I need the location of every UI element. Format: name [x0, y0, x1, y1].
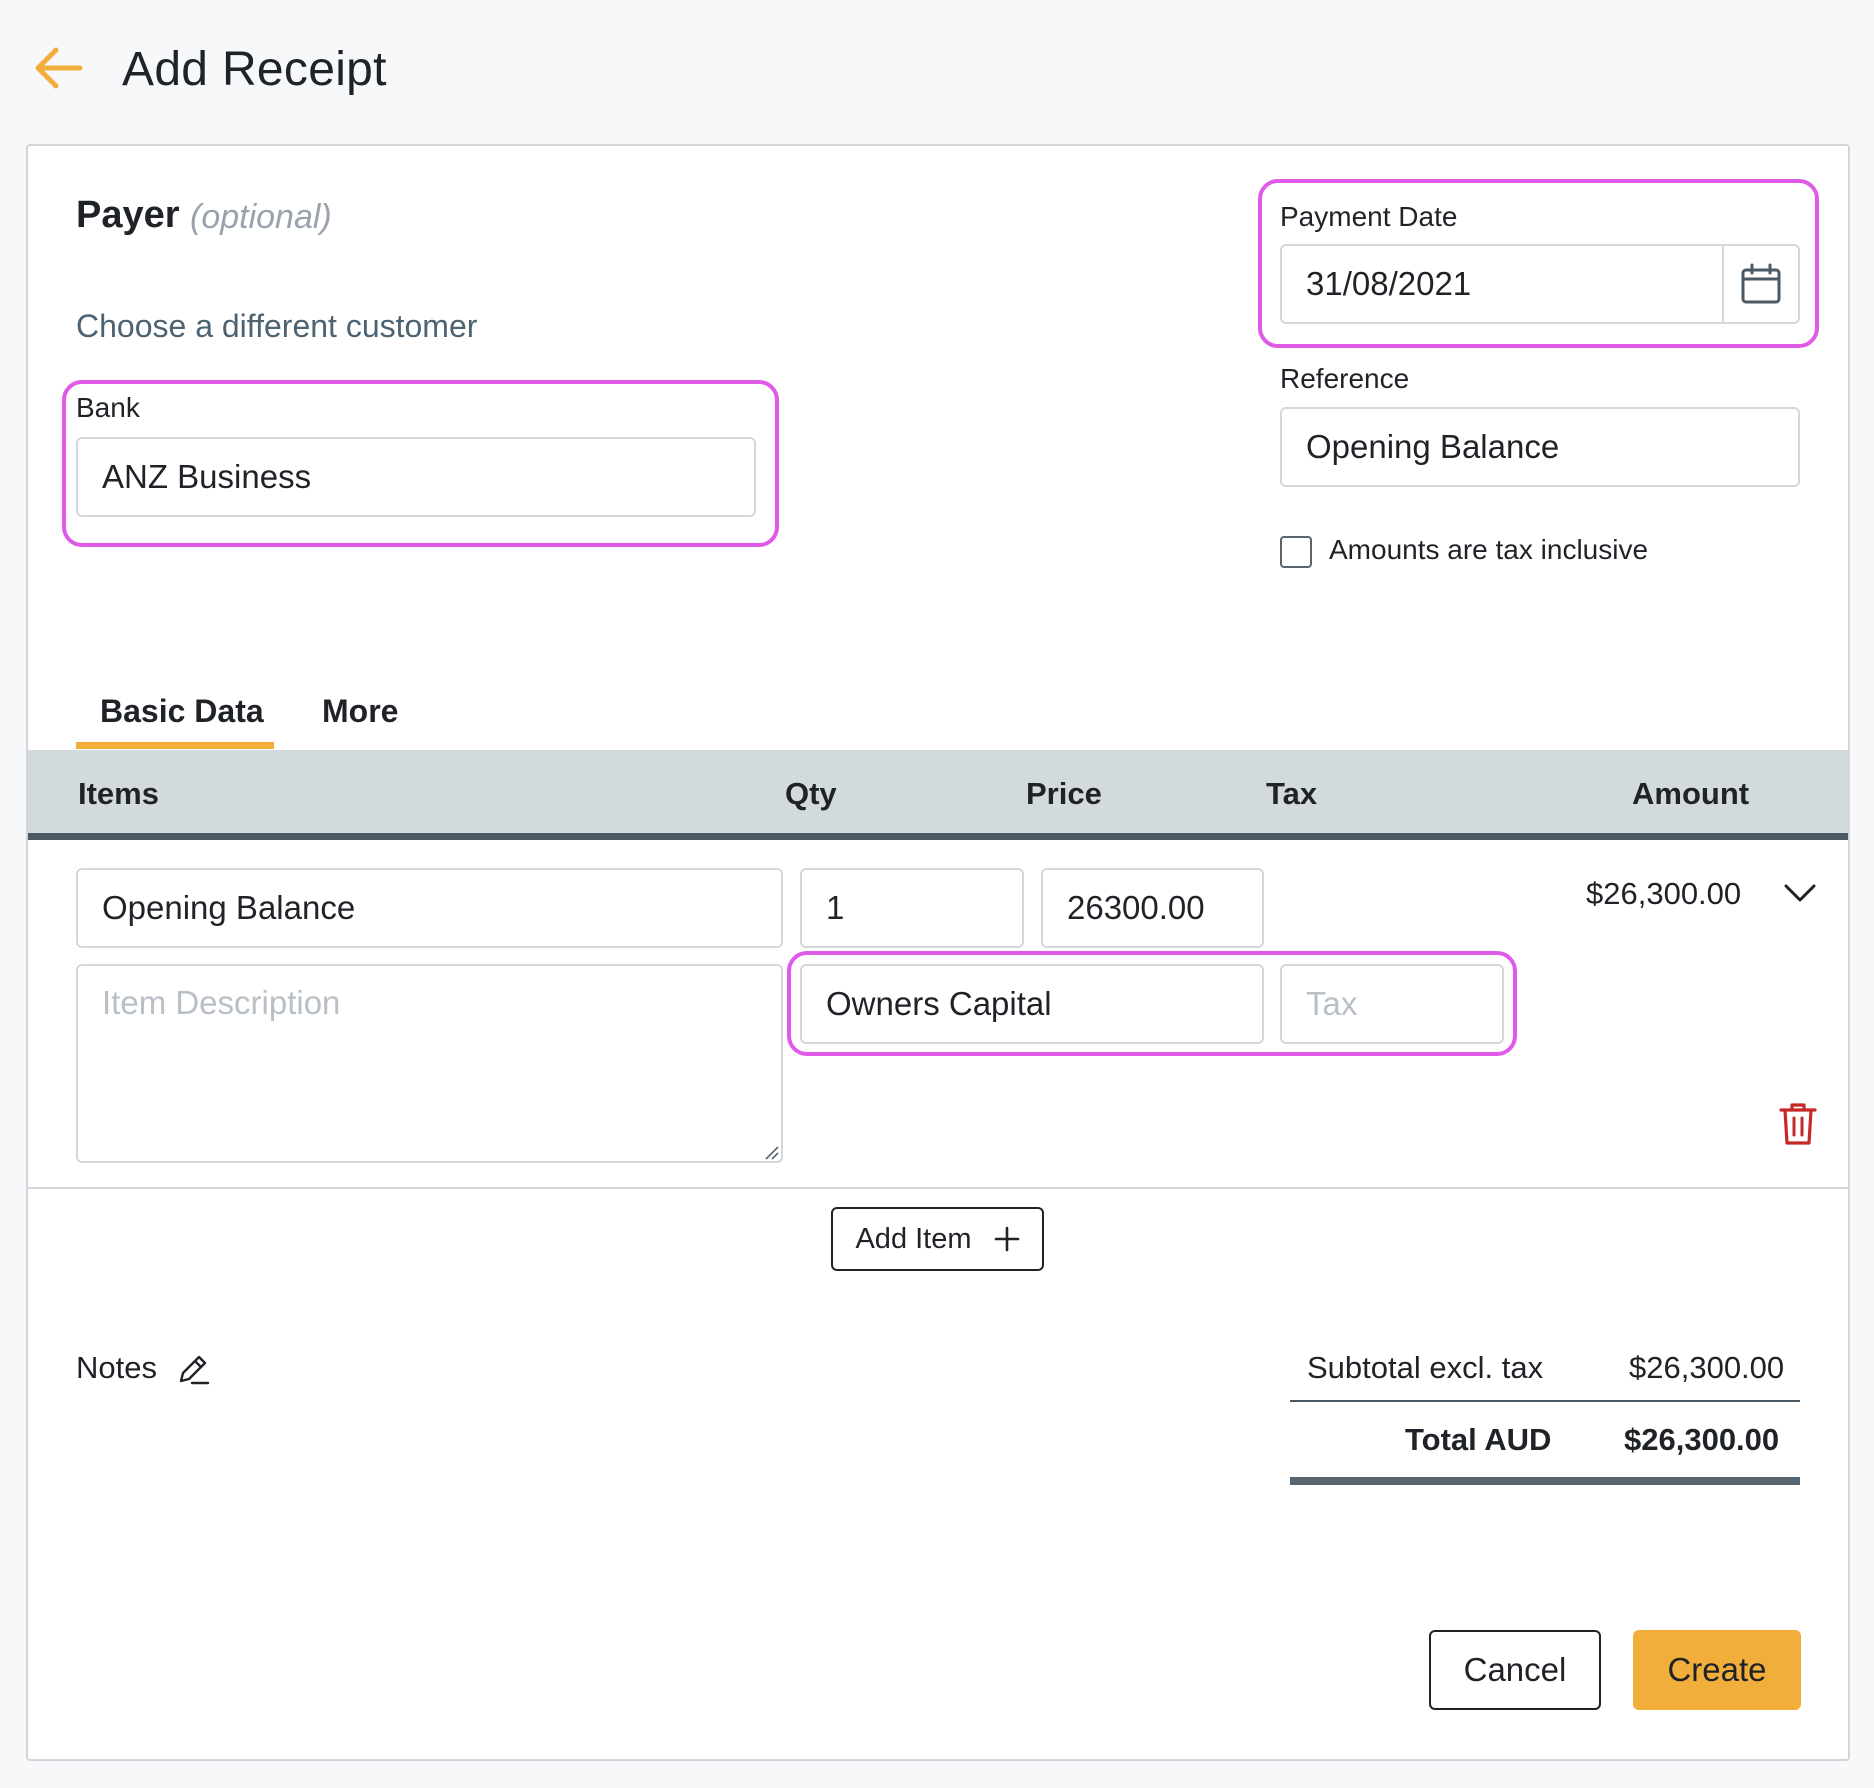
calendar-icon: [1741, 263, 1781, 304]
notes-label: Notes: [76, 1350, 157, 1385]
total-value: $26,300.00: [1624, 1422, 1780, 1457]
items-table-header: [28, 750, 1848, 840]
reference-label: Reference: [1280, 363, 1410, 394]
calendar-button[interactable]: [1722, 246, 1798, 322]
bank-label: Bank: [76, 392, 140, 423]
trash-icon[interactable]: [1778, 1102, 1818, 1146]
subtotal-value: $26,300.00: [1629, 1350, 1785, 1385]
add-item-button[interactable]: Add Item: [831, 1207, 1044, 1271]
price-input[interactable]: 26300.00: [1041, 868, 1264, 948]
bank-select[interactable]: ANZ Business: [76, 437, 756, 517]
page-title: Add Receipt: [122, 43, 387, 96]
column-header-items: Items: [78, 776, 159, 811]
subtotal-divider: [1290, 1400, 1800, 1402]
reference-value: Opening Balance: [1306, 428, 1560, 465]
choose-customer-link[interactable]: Choose a different customer: [76, 308, 477, 345]
pencil-icon[interactable]: [176, 1352, 210, 1386]
account-value: Owners Capital: [826, 985, 1052, 1022]
row-divider: [28, 1187, 1848, 1189]
column-header-price: Price: [1026, 776, 1102, 811]
account-select[interactable]: Owners Capital: [800, 964, 1264, 1044]
tax-select[interactable]: Tax: [1280, 964, 1504, 1044]
column-header-qty: Qty: [785, 776, 837, 811]
cancel-button[interactable]: Cancel: [1429, 1630, 1601, 1710]
payment-date-value: 31/08/2021: [1306, 265, 1472, 302]
item-description-textarea[interactable]: Item Description: [76, 964, 783, 1163]
payment-date-input[interactable]: 31/08/2021: [1280, 244, 1800, 324]
qty-value: 1: [826, 889, 845, 926]
price-value: 26300.00: [1067, 889, 1205, 926]
add-item-label: Add Item: [855, 1222, 972, 1255]
item-name-input[interactable]: Opening Balance: [76, 868, 783, 948]
create-button[interactable]: Create: [1633, 1630, 1801, 1710]
line-amount: $26,300.00: [1586, 876, 1742, 911]
bank-value: ANZ Business: [102, 458, 312, 495]
active-tab-indicator: [76, 742, 274, 749]
subtotal-label: Subtotal excl. tax: [1307, 1350, 1544, 1385]
back-arrow-icon[interactable]: [32, 46, 84, 90]
column-header-amount: Amount: [1632, 776, 1750, 811]
item-description-placeholder: Item Description: [102, 984, 341, 1021]
total-divider: [1290, 1477, 1800, 1485]
item-name-value: Opening Balance: [102, 889, 356, 926]
tax-placeholder: Tax: [1306, 985, 1358, 1022]
plus-icon: [994, 1226, 1019, 1252]
reference-input[interactable]: Opening Balance: [1280, 407, 1800, 487]
payer-heading: Payer: [76, 194, 180, 236]
total-label: Total AUD: [1405, 1422, 1552, 1457]
qty-input[interactable]: 1: [800, 868, 1024, 948]
payment-date-label: Payment Date: [1280, 201, 1458, 232]
payer-optional-label: (optional): [190, 198, 332, 236]
tax-inclusive-checkbox[interactable]: [1280, 536, 1312, 568]
tab-more[interactable]: More: [322, 693, 398, 730]
column-header-tax: Tax: [1266, 776, 1318, 811]
chevron-down-icon[interactable]: [1782, 876, 1818, 908]
tab-basic-data[interactable]: Basic Data: [100, 693, 264, 730]
tax-inclusive-label: Amounts are tax inclusive: [1329, 534, 1649, 565]
resize-handle-icon[interactable]: [764, 1145, 780, 1161]
